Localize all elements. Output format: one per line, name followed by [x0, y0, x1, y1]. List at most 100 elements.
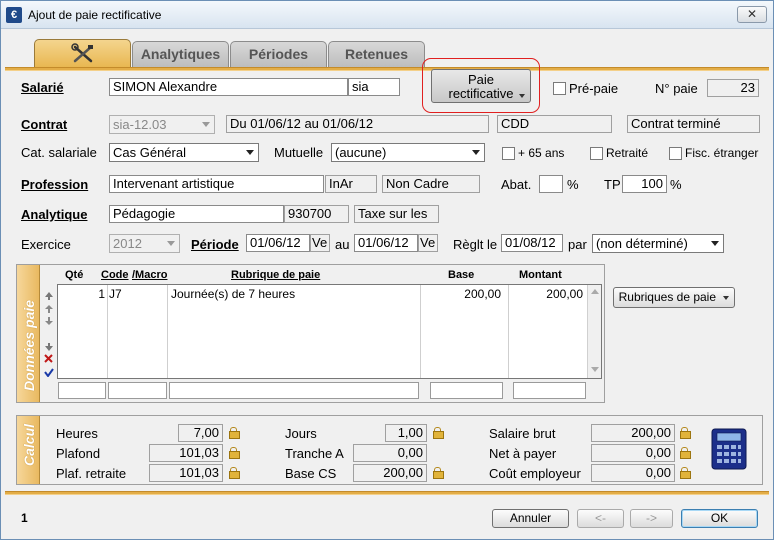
- prepaie-checkbox[interactable]: [553, 82, 566, 95]
- chevron-down-icon: [202, 122, 210, 127]
- analytique-tax-field: Taxe sur les: [354, 205, 439, 223]
- tools-icon: [70, 43, 93, 63]
- profession-code-field: InAr: [325, 175, 377, 193]
- reglt-mode-select[interactable]: (non déterminé): [592, 234, 724, 253]
- salaire-brut-label: Salaire brut: [489, 426, 556, 441]
- periode-label[interactable]: Période: [191, 237, 239, 252]
- lock-icon[interactable]: [433, 427, 444, 439]
- periode-from-field[interactable]: 01/06/12: [246, 234, 310, 252]
- tp-unit: %: [670, 177, 682, 192]
- tp-label: TP: [604, 177, 621, 192]
- net-payer-label: Net à payer: [489, 446, 557, 461]
- lock-icon[interactable]: [229, 447, 240, 459]
- tab-retenues[interactable]: Retenues: [328, 41, 425, 67]
- scroll-up-icon[interactable]: [591, 289, 599, 294]
- row-montant[interactable]: 200,00: [501, 287, 583, 301]
- previous-button[interactable]: <-: [577, 509, 624, 528]
- reglt-date-field[interactable]: 01/08/12: [501, 234, 563, 252]
- paie-label-line1: Paie: [467, 72, 495, 87]
- rubriques-button[interactable]: Rubriques de paie: [613, 287, 735, 308]
- annuler-button[interactable]: Annuler: [492, 509, 569, 528]
- base-cs-field: 200,00: [353, 464, 427, 482]
- row-code[interactable]: J7: [109, 287, 122, 301]
- salaire-brut-field: 200,00: [591, 424, 675, 442]
- dialog-window: € Ajout de paie rectificative ✕ Analytiq…: [0, 0, 774, 540]
- next-button[interactable]: ->: [630, 509, 673, 528]
- tab-periodes[interactable]: Périodes: [230, 41, 327, 67]
- new-code-input[interactable]: [108, 382, 167, 399]
- fisc-checkbox[interactable]: [669, 147, 682, 160]
- exercice-select[interactable]: 2012: [109, 234, 180, 253]
- move-up-icon[interactable]: [45, 302, 53, 313]
- move-top-icon[interactable]: [45, 289, 53, 300]
- paie-rectificative-button[interactable]: Paie rectificative: [431, 69, 531, 103]
- cat-select[interactable]: Cas Général: [109, 143, 259, 162]
- lock-icon[interactable]: [680, 447, 691, 459]
- lock-icon[interactable]: [229, 467, 240, 479]
- lock-icon[interactable]: [433, 467, 444, 479]
- header-montant: Montant: [519, 269, 562, 281]
- prepaie-label: Pré-paie: [569, 81, 619, 96]
- tp-field[interactable]: 100: [622, 175, 667, 193]
- row-qte[interactable]: 1: [71, 287, 105, 301]
- salarie-label[interactable]: Salarié: [21, 80, 64, 95]
- analytique-field[interactable]: Pédagogie: [109, 205, 284, 223]
- periode-from-day: Ve: [310, 234, 330, 252]
- retraite-checkbox[interactable]: [590, 147, 603, 160]
- lock-icon[interactable]: [680, 467, 691, 479]
- new-base-input[interactable]: [430, 382, 503, 399]
- periode-to-day: Ve: [418, 234, 438, 252]
- fisc-label: Fisc. étranger: [685, 146, 759, 160]
- tranche-a-label: Tranche A: [285, 446, 344, 461]
- scroll-down-icon[interactable]: [591, 367, 599, 372]
- reglt-label: Règlt le: [453, 237, 498, 252]
- new-montant-input[interactable]: [513, 382, 586, 399]
- tab-main[interactable]: [34, 39, 131, 68]
- delete-row-icon[interactable]: [44, 352, 53, 363]
- contrat-period-field: Du 01/06/12 au 01/06/12: [226, 115, 489, 133]
- profession-field[interactable]: Intervenant artistique: [109, 175, 324, 193]
- ok-button[interactable]: OK: [681, 509, 758, 528]
- header-base: Base: [448, 269, 475, 281]
- jours-field: 1,00: [385, 424, 427, 442]
- abat-label: Abat.: [501, 177, 532, 192]
- close-button[interactable]: ✕: [737, 6, 767, 23]
- lock-icon[interactable]: [680, 427, 691, 439]
- cout-employeur-label: Coût employeur: [489, 466, 581, 481]
- validate-row-icon[interactable]: [44, 366, 54, 378]
- contrat-type-field: CDD: [497, 115, 612, 133]
- row-rubrique[interactable]: Journée(s) de 7 heures: [171, 287, 295, 301]
- move-down-icon[interactable]: [45, 314, 53, 325]
- retraite-label: Retraité: [606, 146, 649, 160]
- base-cs-label: Base CS: [285, 466, 337, 481]
- plus65-checkbox[interactable]: [502, 147, 515, 160]
- profession-label[interactable]: Profession: [21, 177, 88, 192]
- contrat-select[interactable]: sia-12.03: [109, 115, 215, 134]
- new-rubrique-input[interactable]: [169, 382, 419, 399]
- contrat-label[interactable]: Contrat: [21, 117, 67, 132]
- mutuelle-select[interactable]: (aucune): [331, 143, 485, 162]
- periode-to-field[interactable]: 01/06/12: [354, 234, 418, 252]
- exercice-value: 2012: [113, 236, 142, 251]
- title-bar: € Ajout de paie rectificative ✕: [1, 1, 773, 29]
- row-base[interactable]: 200,00: [421, 287, 501, 301]
- header-code: Code: [101, 269, 129, 281]
- net-payer-field: 0,00: [591, 444, 675, 462]
- abat-field[interactable]: [539, 175, 563, 193]
- tab-analytiques[interactable]: Analytiques: [132, 41, 229, 67]
- header-qte: Qté: [65, 269, 84, 281]
- analytique-label[interactable]: Analytique: [21, 207, 87, 222]
- cat-value: Cas Général: [113, 145, 186, 160]
- move-bottom-icon[interactable]: [45, 340, 53, 351]
- plaf-retraite-label: Plaf. retraite: [56, 466, 127, 481]
- calculator-icon[interactable]: [711, 428, 747, 470]
- reglt-mode-value: (non déterminé): [596, 236, 688, 251]
- lock-icon[interactable]: [229, 427, 240, 439]
- salarie-code-field[interactable]: sia: [348, 78, 400, 96]
- tab-divider: [5, 67, 769, 71]
- npaie-field: 23: [707, 79, 759, 97]
- calcul-side-label: Calcul: [21, 423, 37, 466]
- grid-scrollbar[interactable]: [587, 285, 601, 378]
- salarie-name-field[interactable]: SIMON Alexandre: [109, 78, 348, 96]
- new-qte-input[interactable]: [58, 382, 106, 399]
